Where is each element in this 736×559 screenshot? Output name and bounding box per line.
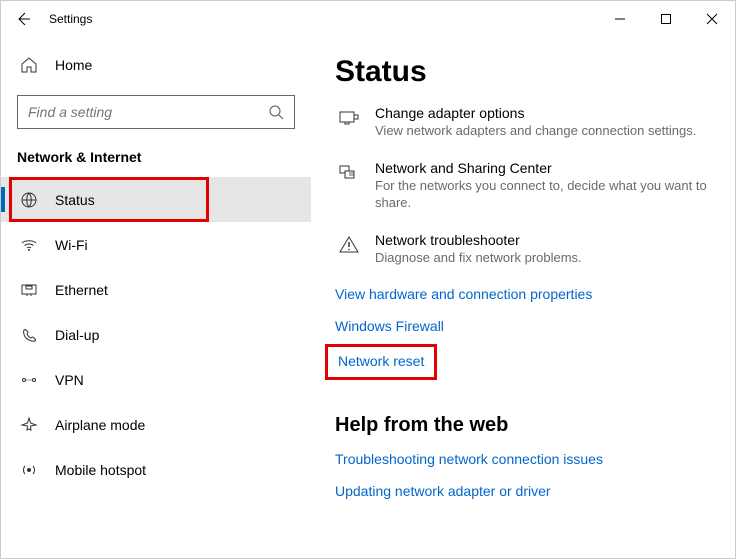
sidebar-item-status[interactable]: Status bbox=[1, 177, 311, 222]
option-title: Network and Sharing Center bbox=[375, 160, 707, 176]
option-adapter[interactable]: Change adapter options View network adap… bbox=[335, 105, 707, 140]
option-sharing[interactable]: Network and Sharing Center For the netwo… bbox=[335, 160, 707, 212]
home-label: Home bbox=[55, 57, 92, 73]
link-help-update[interactable]: Updating network adapter or driver bbox=[335, 483, 551, 499]
sidebar-item-hotspot[interactable]: Mobile hotspot bbox=[1, 447, 311, 492]
sidebar-item-wifi[interactable]: Wi-Fi bbox=[1, 222, 311, 267]
minimize-button[interactable] bbox=[597, 1, 643, 37]
option-title: Network troubleshooter bbox=[375, 232, 707, 248]
link-network-reset[interactable]: Network reset bbox=[338, 353, 424, 369]
close-button[interactable] bbox=[689, 1, 735, 37]
sharing-icon bbox=[335, 160, 363, 212]
sidebar-item-label: Mobile hotspot bbox=[55, 462, 146, 478]
help-heading: Help from the web bbox=[335, 414, 707, 437]
sidebar-item-vpn[interactable]: VPN bbox=[1, 357, 311, 402]
search-input[interactable] bbox=[28, 104, 268, 120]
option-desc: Diagnose and fix network problems. bbox=[375, 249, 707, 267]
option-desc: View network adapters and change connect… bbox=[375, 122, 707, 140]
home-nav[interactable]: Home bbox=[1, 45, 311, 85]
hotspot-icon bbox=[19, 461, 39, 479]
link-hardware[interactable]: View hardware and connection properties bbox=[335, 286, 592, 302]
window-title: Settings bbox=[49, 12, 92, 26]
wifi-icon bbox=[19, 236, 39, 254]
airplane-icon bbox=[19, 416, 39, 434]
option-desc: For the networks you connect to, decide … bbox=[375, 177, 707, 212]
sidebar-item-label: Status bbox=[55, 192, 95, 208]
sidebar-item-label: VPN bbox=[55, 372, 84, 388]
sidebar-item-ethernet[interactable]: Ethernet bbox=[1, 267, 311, 312]
link-help-troubleshoot[interactable]: Troubleshooting network connection issue… bbox=[335, 451, 603, 467]
ethernet-icon bbox=[19, 281, 39, 299]
sidebar-item-label: Ethernet bbox=[55, 282, 108, 298]
sidebar-item-airplane[interactable]: Airplane mode bbox=[1, 402, 311, 447]
link-firewall[interactable]: Windows Firewall bbox=[335, 318, 444, 334]
vpn-icon bbox=[19, 371, 39, 389]
option-troubleshooter[interactable]: Network troubleshooter Diagnose and fix … bbox=[335, 232, 707, 267]
category-heading: Network & Internet bbox=[1, 147, 311, 177]
page-heading: Status bbox=[335, 55, 707, 89]
option-title: Change adapter options bbox=[375, 105, 707, 121]
search-icon bbox=[268, 104, 284, 120]
home-icon bbox=[19, 56, 39, 74]
highlight-box-status bbox=[9, 177, 209, 222]
warning-icon bbox=[335, 232, 363, 267]
sidebar-item-label: Airplane mode bbox=[55, 417, 145, 433]
highlight-box-reset: Network reset bbox=[325, 344, 437, 380]
status-icon bbox=[19, 191, 39, 209]
search-box[interactable] bbox=[17, 95, 295, 129]
sidebar-item-label: Wi-Fi bbox=[55, 237, 88, 253]
back-button[interactable] bbox=[1, 1, 45, 37]
adapter-icon bbox=[335, 105, 363, 140]
maximize-button[interactable] bbox=[643, 1, 689, 37]
sidebar-item-label: Dial-up bbox=[55, 327, 99, 343]
dialup-icon bbox=[19, 326, 39, 344]
sidebar-item-dialup[interactable]: Dial-up bbox=[1, 312, 311, 357]
